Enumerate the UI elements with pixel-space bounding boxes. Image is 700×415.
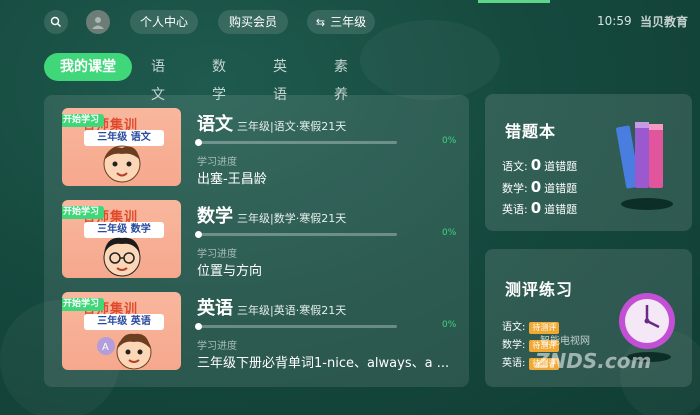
course-title: 英语 xyxy=(197,298,233,319)
cartoon-kid-abc-icon: A xyxy=(97,333,152,370)
error-count: 0 xyxy=(530,178,542,196)
progress-percent: 0% xyxy=(442,320,457,330)
top-bar: 个人中心 购买会员 ⇆ 三年级 10:59 当贝教育 xyxy=(0,0,700,42)
personal-center-label: 个人中心 xyxy=(139,15,188,29)
start-learning-badge: 开始学习 xyxy=(62,206,105,219)
user-icon xyxy=(92,17,104,29)
buy-membership-button[interactable]: 购买会员 xyxy=(218,10,288,34)
progress-label: 学习进度 xyxy=(197,341,237,352)
tab-english[interactable]: 英语 xyxy=(273,53,287,103)
course-card-math[interactable]: 名师集训 三年级 数学 开始学习 数学 三年级|数学·寒假21天 0% 学习进度… xyxy=(62,200,462,279)
cartoon-kid-icon xyxy=(103,145,141,183)
error-count-chinese: 语文: 0 道错题 xyxy=(502,156,578,174)
avatar[interactable] xyxy=(86,10,110,34)
test-practice-card[interactable]: 测评练习 语文: 待测评 数学: 待测评 英语: 待测评 智能电视网 ZNDS.com xyxy=(485,249,692,387)
error-book-card[interactable]: 错题本 语文: 0 道错题 数学: 0 道错题 英语: 0 道错题 xyxy=(485,94,692,231)
course-meta: 三年级|数学·寒假21天 xyxy=(237,212,347,225)
personal-center-button[interactable]: 个人中心 xyxy=(130,10,198,34)
start-learning-badge: 开始学习 xyxy=(62,298,105,311)
course-thumbnail[interactable]: 名师集训 三年级 数学 开始学习 xyxy=(62,200,181,278)
error-count-english: 英语: 0 道错题 xyxy=(502,199,578,217)
grade-switch-button[interactable]: ⇆ 三年级 xyxy=(307,10,375,34)
start-learning-badge: 开始学习 xyxy=(62,114,105,127)
progress-percent: 0% xyxy=(442,228,457,238)
course-title: 数学 xyxy=(197,206,233,227)
tab-my-class[interactable]: 我的课堂 xyxy=(44,53,132,81)
progress-bar xyxy=(195,231,397,238)
tab-math[interactable]: 数学 xyxy=(212,53,226,103)
course-list-panel: 名师集训 三年级 语文 开始学习 语文 三年级|语文·寒假21天 0% 学习进度… xyxy=(44,95,469,387)
buy-membership-label: 购买会员 xyxy=(228,15,277,29)
progress-dot xyxy=(195,231,202,238)
course-thumbnail[interactable]: 名师集训 三年级 语文 开始学习 xyxy=(62,108,181,186)
error-unit: 道错题 xyxy=(544,182,578,195)
grade-label: 三年级 xyxy=(330,15,367,29)
progress-percent: 0% xyxy=(442,136,457,146)
subject-label: 英语: xyxy=(502,203,528,216)
tab-chinese[interactable]: 语文 xyxy=(151,53,165,103)
error-unit: 道错题 xyxy=(544,160,578,173)
progress-dot xyxy=(195,323,202,330)
course-card-chinese[interactable]: 名师集训 三年级 语文 开始学习 语文 三年级|语文·寒假21天 0% 学习进度… xyxy=(62,108,462,187)
search-icon xyxy=(50,16,61,27)
error-count: 0 xyxy=(530,156,542,174)
svg-text:A: A xyxy=(102,342,109,353)
current-lesson: 位置与方向 xyxy=(197,264,263,279)
progress-label: 学习进度 xyxy=(197,249,237,260)
course-thumbnail[interactable]: 名师集训 三年级 英语 开始学习 A xyxy=(62,292,181,370)
current-lesson: 三年级下册必背单词1-nice、always、a ... xyxy=(197,356,450,371)
error-count: 0 xyxy=(530,199,542,217)
subject-label: 数学: xyxy=(502,340,526,351)
error-count-math: 数学: 0 道错题 xyxy=(502,178,578,196)
tab-literacy[interactable]: 素养 xyxy=(334,53,348,103)
cartoon-kid-glasses-icon xyxy=(103,237,141,277)
course-meta: 三年级|英语·寒假21天 xyxy=(237,304,347,317)
subject-label: 英语: xyxy=(502,358,526,369)
top-accent-line xyxy=(478,0,550,3)
course-card-english[interactable]: 名师集训 三年级 英语 开始学习 A 英语 三年级|英语·寒假21天 0% 学习… xyxy=(62,292,462,371)
test-practice-title: 测评练习 xyxy=(505,280,574,299)
subject-label: 数学: xyxy=(502,182,528,195)
clock-time: 10:59 xyxy=(597,14,632,28)
course-meta: 三年级|语文·寒假21天 xyxy=(237,120,347,133)
swap-icon: ⇆ xyxy=(315,16,326,29)
brand-logo: 当贝教育 xyxy=(640,15,689,29)
search-button[interactable] xyxy=(44,10,68,34)
error-unit: 道错题 xyxy=(544,203,578,216)
progress-bar xyxy=(195,323,397,330)
watermark-sub: 智能电视网 xyxy=(540,336,590,347)
error-book-title: 错题本 xyxy=(505,122,557,141)
progress-label: 学习进度 xyxy=(197,157,237,168)
subject-label: 语文: xyxy=(502,160,528,173)
current-lesson: 出塞-王昌龄 xyxy=(197,172,267,187)
course-title: 语文 xyxy=(197,114,233,135)
progress-dot xyxy=(195,139,202,146)
watermark-logo: ZNDS.com xyxy=(535,349,652,373)
books-icon xyxy=(616,122,673,210)
subject-label: 语文: xyxy=(502,322,526,333)
progress-bar xyxy=(195,139,397,146)
